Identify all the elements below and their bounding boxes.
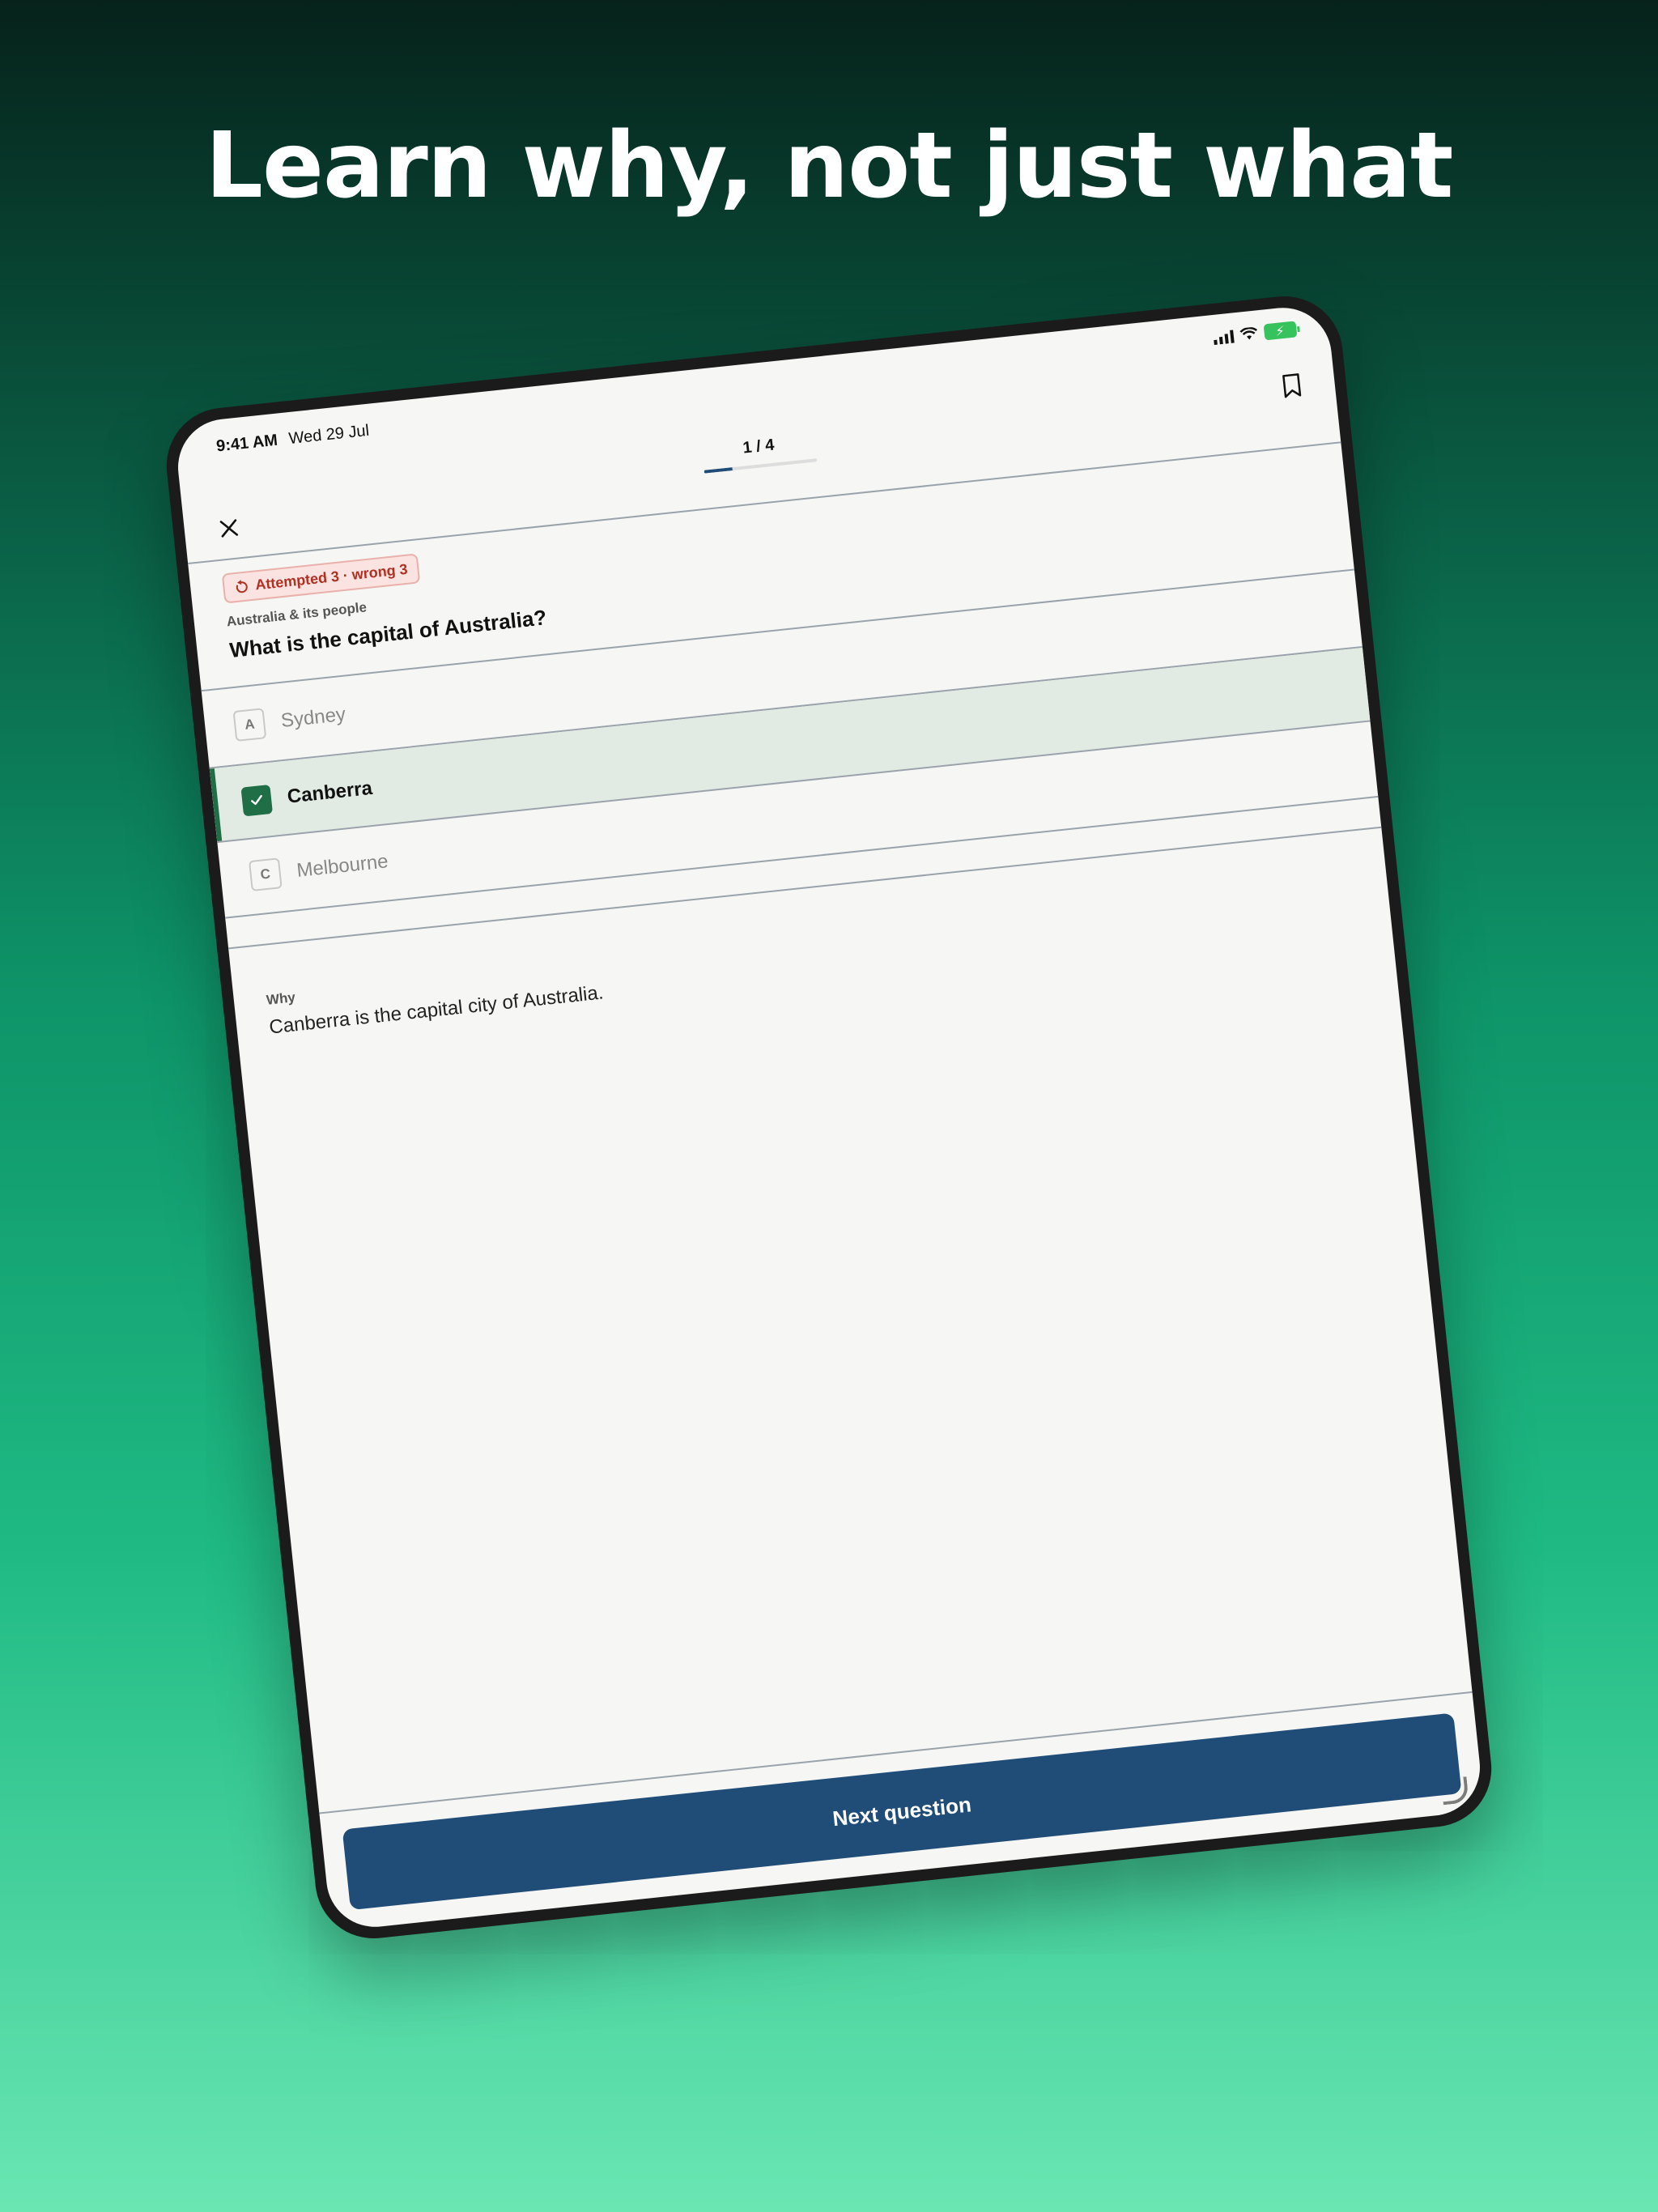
option-letter: A — [232, 708, 267, 742]
status-date: Wed 29 Jul — [287, 421, 371, 449]
retry-icon — [236, 579, 248, 593]
attempt-badge-label: Attempted 3 · wrong 3 — [254, 560, 409, 593]
corner-indicator — [1440, 1776, 1469, 1806]
progress-fill — [704, 467, 733, 474]
option-label: Canberra — [286, 776, 374, 808]
attempt-badge: Attempted 3 · wrong 3 — [221, 553, 421, 604]
next-question-button[interactable]: Next question — [342, 1712, 1462, 1911]
explanation-label: Why — [266, 989, 296, 1008]
tablet-device: 9:41 AM Wed 29 Jul ⚡ 1 / 4 Attempted 3 ·… — [160, 290, 1498, 1945]
signal-icon — [1213, 329, 1235, 346]
progress-label: 1 / 4 — [742, 436, 776, 457]
status-icons: ⚡ — [1213, 321, 1298, 346]
battery-icon: ⚡ — [1263, 321, 1298, 341]
wifi-icon — [1239, 326, 1258, 340]
checkmark-icon — [240, 784, 274, 817]
progress-indicator: 1 / 4 — [701, 432, 818, 474]
option-label: Melbourne — [295, 850, 389, 882]
option-label: Sydney — [279, 703, 347, 732]
close-icon[interactable] — [215, 515, 242, 542]
page-headline: Learn why, not just what — [205, 113, 1454, 219]
status-time: 9:41 AM — [215, 431, 278, 456]
progress-track — [704, 458, 818, 474]
option-letter: C — [248, 857, 283, 892]
quiz-screen: 9:41 AM Wed 29 Jul ⚡ 1 / 4 Attempted 3 ·… — [173, 303, 1485, 1932]
bookmark-icon[interactable] — [1280, 372, 1303, 399]
explanation-text: Canberra is the capital city of Australi… — [268, 981, 605, 1039]
